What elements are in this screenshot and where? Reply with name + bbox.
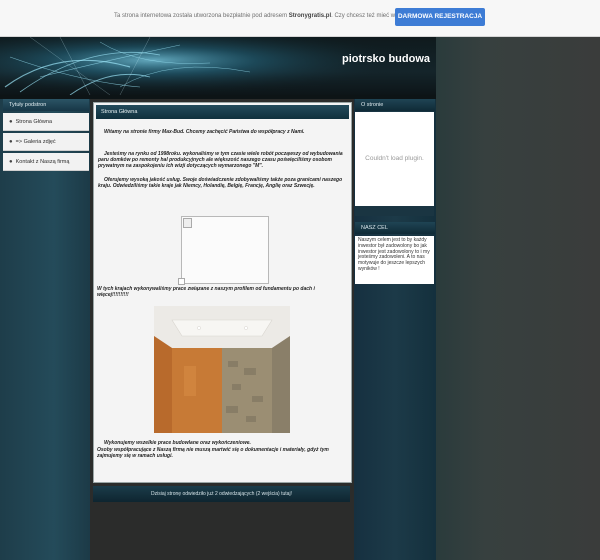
interior-photo [154, 306, 290, 433]
notice-domain-link[interactable]: Stronygratis.pl [289, 13, 331, 19]
content-card-title: Strona Główna [96, 105, 349, 119]
sidebar-item-label: Strona Główna [15, 119, 53, 125]
sidebar-item-home[interactable]: ● Strona Główna [3, 113, 89, 131]
plugin-error-box: Couldn't load plugin. [355, 112, 434, 206]
sidebar-item-gallery[interactable]: ● => Galeria zdjęć [3, 133, 89, 151]
header-light-streaks [0, 37, 436, 95]
sidebar-nav: ● Strona Główna ● => Galeria zdjęć ● Kontak… [3, 113, 89, 173]
goal-panel-heading: NASZ CEL [355, 222, 435, 234]
history-paragraph: Jesteśmy na rynku od 1998roku. wykonaliś… [98, 151, 343, 170]
site-title[interactable]: piotrsko budowa [342, 53, 430, 65]
bullet-icon: ● [9, 139, 13, 145]
broken-image [181, 216, 269, 284]
bullet-icon: ● [9, 159, 13, 165]
free-registration-button[interactable]: DARMOWA REJESTRACJA [395, 8, 485, 26]
documentation-paragraph: Osoby współpracujące z Naszą firmą nie m… [97, 447, 329, 460]
notice-message: Ta strona internetowa została utworzona … [114, 13, 431, 19]
notice-text-before: Ta strona internetowa została utworzona … [114, 13, 289, 19]
quality-paragraph: Oferujemy wysoką jakość usług. Swoje doś… [98, 177, 343, 190]
goal-text-box: Naszym celem jest to by każdy inwestor b… [355, 236, 434, 284]
interior-photo-drawing [154, 306, 290, 433]
right-background [436, 37, 600, 560]
sidebar-item-label: Kontakt z Naszą firmą [15, 159, 70, 165]
about-panel-heading: O stronie [355, 99, 435, 111]
bullet-icon: ● [9, 119, 13, 125]
services-paragraph: Wykonujemy wszelkie prace budowlane oraz… [104, 440, 251, 446]
broken-image-small-icon [178, 278, 185, 285]
sidebar-item-contact[interactable]: ● Kontakt z Naszą firmą [3, 153, 89, 171]
visit-counter-bar: Dzisiaj stronę odwiedziło już 2 odwiedza… [93, 486, 350, 502]
sidebar-heading: Tytuły podstron [3, 99, 89, 111]
panel-gap [355, 206, 434, 216]
signup-notice-bar: Ta strona internetowa została utworzona … [0, 0, 600, 37]
welcome-paragraph: Witamy na stronie firmy Max-Bud. Chcemy … [104, 129, 305, 135]
broken-image-icon [183, 218, 192, 228]
sidebar-item-label: => Galeria zdjęć [15, 139, 56, 145]
abroad-paragraph: W tych krajach wykonywaliśmy prace związ… [97, 286, 315, 299]
site-header: piotrsko budowa [0, 37, 436, 95]
